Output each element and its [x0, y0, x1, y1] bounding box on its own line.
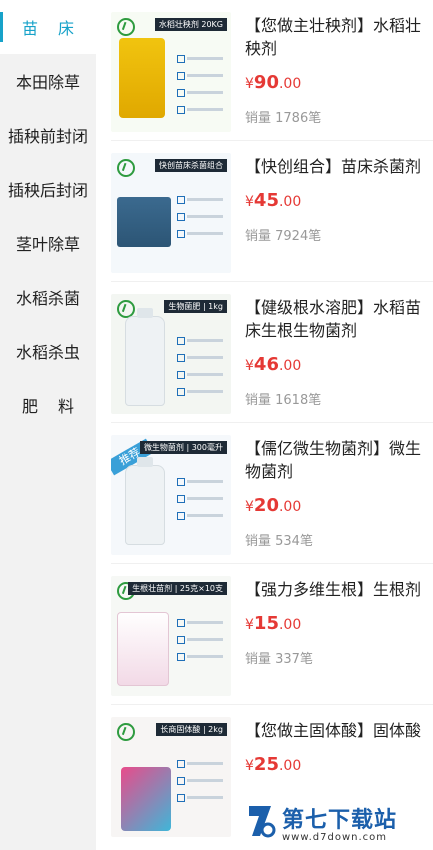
sidebar-item-label: 水稻杀菌 — [15, 289, 80, 308]
sidebar-item-post-transplant-seal[interactable]: 插秧后封闭 — [0, 162, 96, 216]
product-price: ¥90.00 — [245, 72, 302, 93]
product-price: ¥46.00 — [245, 354, 302, 375]
product-title[interactable]: 【快创组合】苗床杀菌剂 — [245, 155, 421, 178]
product-bottle-icon — [125, 457, 165, 545]
product-tag: 长商固体酸 | 2kg — [156, 723, 227, 736]
product-sales: 销量 7924笔 — [245, 229, 322, 244]
product-image: 生物菌肥 | 1kg — [111, 294, 231, 414]
product-image: 水稻壮秧剂 20KG — [111, 12, 231, 132]
feature-list-icon — [177, 759, 227, 810]
sidebar-item-pre-transplant-seal[interactable]: 插秧前封闭 — [0, 108, 96, 162]
product-sales: 销量 337笔 — [245, 652, 313, 667]
product-sales: 销量 1618笔 — [245, 393, 322, 408]
product-image: 快创苗床杀菌组合 — [111, 153, 231, 273]
product-sales: 销量 1786笔 — [245, 111, 322, 126]
sidebar-item-label: 茎叶除草 — [15, 235, 80, 254]
watermark-brand: 第七下载站 — [282, 808, 398, 833]
product-title[interactable]: 【强力多维生根】生根剂 — [245, 578, 421, 601]
sidebar-item-label: 插秧前封闭 — [7, 127, 88, 146]
product-card[interactable]: 生根壮苗剂 | 25克×10支 【强力多维生根】生根剂 ¥15.00 销量 33… — [96, 564, 433, 704]
brand-logo-icon — [117, 159, 135, 177]
product-price: ¥45.00 — [245, 190, 302, 211]
product-list: 水稻壮秧剂 20KG 【您做主壮秧剂】水稻壮秧剂 ¥90.00 销量 1786笔… — [96, 0, 433, 850]
watermark-url: www.d7down.com — [282, 832, 388, 843]
product-tag: 快创苗床杀菌组合 — [155, 159, 227, 172]
sidebar-item-seedbed[interactable]: 苗床 — [0, 0, 96, 54]
feature-list-icon — [177, 336, 227, 404]
sidebar-item-foliar-weeding[interactable]: 茎叶除草 — [0, 216, 96, 270]
product-box-icon — [121, 767, 171, 831]
sidebar-item-rice-fungicide[interactable]: 水稻杀菌 — [0, 270, 96, 324]
sidebar-item-label: 插秧后封闭 — [7, 181, 88, 200]
product-title[interactable]: 【您做主固体酸】固体酸 — [245, 719, 421, 742]
product-price: ¥20.00 — [245, 495, 302, 516]
feature-list-icon — [177, 618, 227, 669]
product-tag: 微生物菌剂 | 300毫升 — [139, 441, 227, 454]
product-price: ¥25.00 — [245, 754, 302, 775]
product-image: 长商固体酸 | 2kg — [111, 717, 231, 837]
product-card[interactable]: 推荐 微生物菌剂 | 300毫升 【儒亿微生物菌剂】微生物菌剂 ¥20.00 销… — [96, 423, 433, 563]
product-sales: 销量 534笔 — [245, 534, 313, 549]
product-price: ¥15.00 — [245, 613, 302, 634]
feature-list-icon — [177, 54, 227, 122]
product-tag: 水稻壮秧剂 20KG — [154, 18, 227, 31]
brand-logo-icon — [117, 723, 135, 741]
feature-list-icon — [177, 195, 227, 246]
product-image: 推荐 微生物菌剂 | 300毫升 — [111, 435, 231, 555]
product-title[interactable]: 【儒亿微生物菌剂】微生物菌剂 — [245, 437, 421, 483]
product-tag: 生物菌肥 | 1kg — [164, 300, 227, 313]
feature-list-icon — [177, 477, 227, 528]
product-title[interactable]: 【健级根水溶肥】水稻苗床生根生物菌剂 — [245, 296, 421, 342]
product-packet-icon — [117, 612, 169, 686]
sidebar-item-label: 水稻杀虫 — [15, 343, 80, 362]
product-title[interactable]: 【您做主壮秧剂】水稻壮秧剂 — [245, 14, 421, 60]
sidebar-item-fertilizer[interactable]: 肥料 — [0, 378, 96, 432]
product-bottle-icon — [125, 308, 165, 406]
product-bag-icon — [119, 38, 165, 118]
sidebar-item-rice-insecticide[interactable]: 水稻杀虫 — [0, 324, 96, 378]
sidebar-item-field-weeding[interactable]: 本田除草 — [0, 54, 96, 108]
product-card[interactable]: 快创苗床杀菌组合 【快创组合】苗床杀菌剂 ¥45.00 销量 7924笔 — [96, 141, 433, 281]
sidebar-item-label: 苗床 — [21, 19, 94, 38]
watermark-logo-icon — [249, 806, 276, 838]
sidebar-item-label: 本田除草 — [15, 73, 80, 92]
product-box-icon — [117, 197, 171, 247]
product-card[interactable]: 水稻壮秧剂 20KG 【您做主壮秧剂】水稻壮秧剂 ¥90.00 销量 1786笔 — [96, 0, 433, 140]
product-tag: 生根壮苗剂 | 25克×10支 — [128, 582, 227, 595]
product-card[interactable]: 生物菌肥 | 1kg 【健级根水溶肥】水稻苗床生根生物菌剂 ¥46.00 销量 … — [96, 282, 433, 422]
watermark: 第七下载站 www.d7down.com — [246, 800, 433, 850]
product-image: 生根壮苗剂 | 25克×10支 — [111, 576, 231, 696]
category-sidebar: 苗床 本田除草 插秧前封闭 插秧后封闭 茎叶除草 水稻杀菌 水稻杀虫 肥料 — [0, 0, 96, 850]
brand-logo-icon — [117, 18, 135, 36]
sidebar-item-label: 肥料 — [21, 397, 94, 416]
